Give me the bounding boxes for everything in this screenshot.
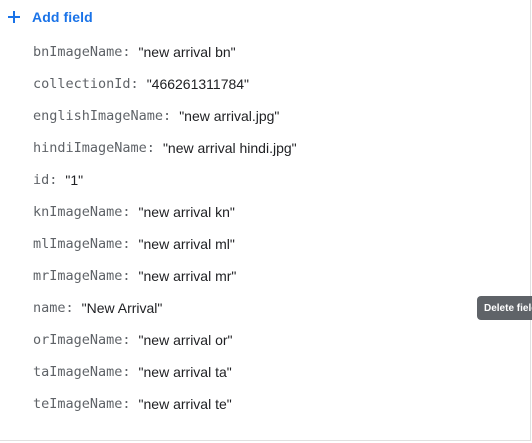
field-value[interactable]: "new arrival kn" bbox=[139, 204, 235, 220]
field-key: taImageName bbox=[33, 364, 123, 380]
field-value[interactable]: "new arrival mr" bbox=[139, 268, 237, 284]
field-value[interactable]: "new arrival.jpg" bbox=[179, 108, 279, 124]
field-separator: : bbox=[122, 396, 131, 412]
field-row-taImageName[interactable]: taImageName: "new arrival ta" bbox=[33, 356, 530, 388]
field-row-orImageName[interactable]: orImageName: "new arrival or" bbox=[33, 324, 530, 356]
field-key: name bbox=[33, 300, 66, 316]
field-key: englishImageName bbox=[33, 108, 164, 124]
field-separator: : bbox=[49, 172, 58, 188]
field-separator: : bbox=[122, 268, 131, 284]
field-row-id[interactable]: id: "1" bbox=[33, 164, 530, 196]
field-key: mrImageName bbox=[33, 268, 123, 284]
field-separator: : bbox=[146, 140, 155, 156]
field-value[interactable]: "new arrival te" bbox=[139, 396, 232, 412]
field-key: hindiImageName bbox=[33, 140, 147, 156]
field-row-hindiImageName[interactable]: hindiImageName: "new arrival hindi.jpg" bbox=[33, 132, 530, 164]
field-value[interactable]: "new arrival ml" bbox=[139, 236, 235, 252]
field-row-englishImageName[interactable]: englishImageName: "new arrival.jpg" bbox=[33, 100, 530, 132]
field-separator: : bbox=[122, 44, 131, 60]
field-separator: : bbox=[130, 76, 139, 92]
field-value[interactable]: "466261311784" bbox=[147, 76, 249, 92]
field-key: orImageName bbox=[33, 332, 123, 348]
field-value[interactable]: "New Arrival" bbox=[82, 300, 163, 316]
document-fields-panel: Add field bnImageName: "new arrival bn" c… bbox=[0, 0, 531, 441]
field-row-knImageName[interactable]: knImageName: "new arrival kn" bbox=[33, 196, 530, 228]
plus-icon bbox=[7, 10, 21, 24]
field-value[interactable]: "new arrival hindi.jpg" bbox=[163, 140, 297, 156]
field-key: bnImageName bbox=[33, 44, 123, 60]
field-separator: : bbox=[122, 364, 131, 380]
field-separator: : bbox=[163, 108, 172, 124]
add-field-label: Add field bbox=[32, 9, 93, 25]
field-value[interactable]: "new arrival bn" bbox=[139, 44, 236, 60]
add-field-button[interactable]: Add field bbox=[7, 6, 93, 28]
field-key: teImageName bbox=[33, 396, 123, 412]
field-key: knImageName bbox=[33, 204, 123, 220]
field-key: collectionId bbox=[33, 76, 131, 92]
field-separator: : bbox=[65, 300, 74, 316]
delete-field-tooltip: Delete field bbox=[477, 296, 532, 320]
field-separator: : bbox=[122, 236, 131, 252]
field-value[interactable]: "new arrival ta" bbox=[139, 364, 232, 380]
field-row-teImageName[interactable]: teImageName: "new arrival te" bbox=[33, 388, 530, 420]
field-row-name[interactable]: name: "New Arrival" bbox=[33, 292, 530, 324]
field-value[interactable]: "new arrival or" bbox=[139, 332, 233, 348]
field-row-mrImageName[interactable]: mrImageName: "new arrival mr" bbox=[33, 260, 530, 292]
field-separator: : bbox=[122, 332, 131, 348]
field-row-mlImageName[interactable]: mlImageName: "new arrival ml" bbox=[33, 228, 530, 260]
field-key: mlImageName bbox=[33, 236, 123, 252]
field-list: bnImageName: "new arrival bn" collectionI… bbox=[33, 36, 530, 420]
field-row-bnImageName[interactable]: bnImageName: "new arrival bn" bbox=[33, 36, 530, 68]
field-key: id bbox=[33, 172, 50, 188]
field-separator: : bbox=[122, 204, 131, 220]
field-value[interactable]: "1" bbox=[65, 172, 83, 188]
field-row-collectionId[interactable]: collectionId: "466261311784" bbox=[33, 68, 530, 100]
